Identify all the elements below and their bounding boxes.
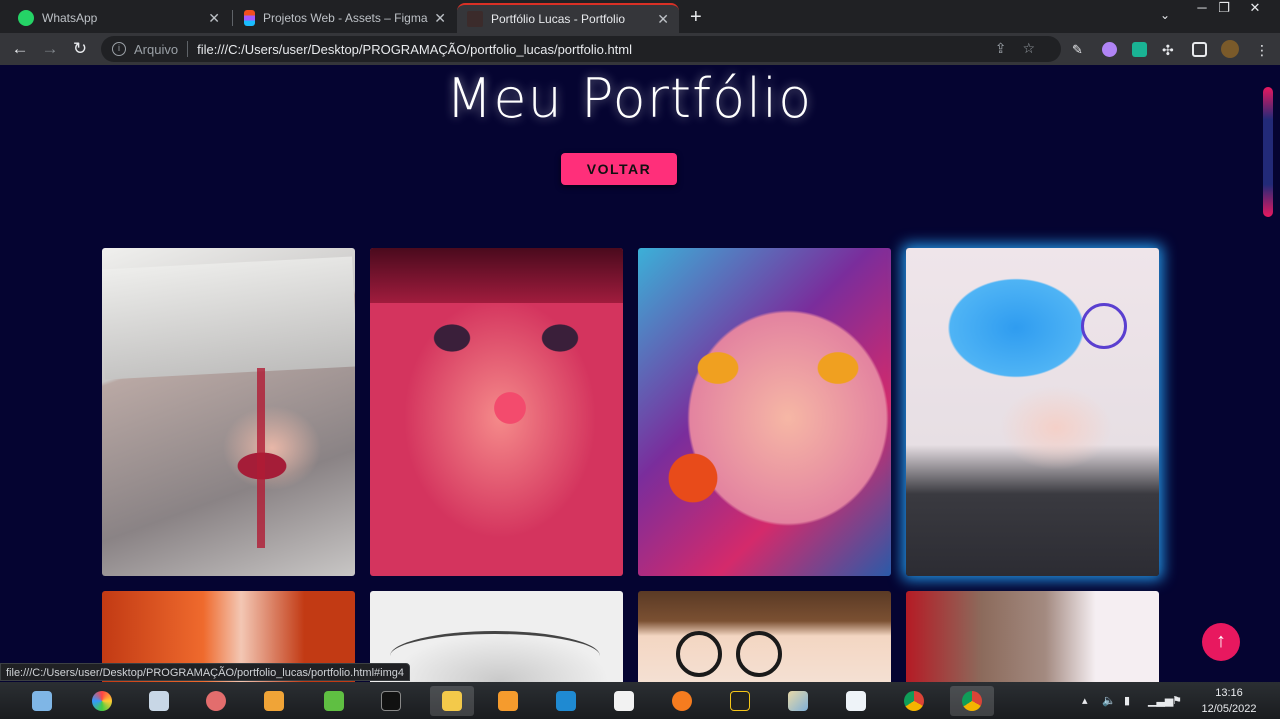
- puzzle-extensions-icon[interactable]: ✣: [1162, 42, 1177, 58]
- back-button[interactable]: VOLTAR: [561, 153, 677, 185]
- volume-icon[interactable]: 🔈: [1102, 694, 1116, 707]
- tab-figma[interactable]: Projetos Web - Assets – Figma ✕: [234, 3, 456, 33]
- gallery-image-7[interactable]: [638, 591, 891, 682]
- address-divider: [187, 41, 189, 57]
- tab-whatsapp[interactable]: WhatsApp ✕: [8, 3, 230, 33]
- chart-app-icon[interactable]: [666, 686, 696, 716]
- os-taskbar: ▴ 🔈 ▮ ▁▃▅ ⚑ 13:16 12/05/2022: [0, 682, 1280, 719]
- terminal-icon[interactable]: [375, 686, 405, 716]
- page-title: Meu Portfólio: [445, 67, 813, 130]
- lightning-app-icon[interactable]: [724, 686, 754, 716]
- eye-sketch-shape: [390, 631, 600, 681]
- address-actions: ⇪☆: [995, 40, 1051, 57]
- vscode-icon[interactable]: [550, 686, 580, 716]
- scroll-indicator[interactable]: [1263, 87, 1273, 217]
- calculator-icon[interactable]: [143, 686, 173, 716]
- info-icon[interactable]: i: [112, 42, 126, 56]
- address-url[interactable]: file:///C:/Users/user/Desktop/PROGRAMAÇÃ…: [197, 42, 632, 57]
- side-panel-icon[interactable]: [1192, 42, 1207, 57]
- tab-label: WhatsApp: [42, 11, 98, 25]
- clock-time: 13:16: [1215, 687, 1243, 699]
- file-explorer-icon[interactable]: [430, 686, 474, 716]
- close-tab-icon[interactable]: ✕: [657, 11, 669, 28]
- color-app-icon[interactable]: [86, 686, 116, 716]
- flag-icon[interactable]: ⚑: [1172, 694, 1182, 707]
- page-viewport: Meu Portfólio VOLTAR ↑: [0, 65, 1280, 682]
- bookmark-star-icon[interactable]: ☆: [1022, 40, 1051, 56]
- tray-expand-icon[interactable]: ▴: [1082, 694, 1088, 707]
- gallery-image-1[interactable]: [102, 248, 355, 576]
- tab-search-icon[interactable]: ⌄: [1160, 8, 1170, 22]
- address-scheme-label: Arquivo: [134, 41, 179, 57]
- close-tab-icon[interactable]: ✕: [434, 10, 446, 27]
- whatsapp-icon: [18, 10, 34, 26]
- hair-shape: [370, 248, 623, 303]
- gallery-image-8[interactable]: [906, 591, 1159, 682]
- snipping-tool-icon[interactable]: [200, 686, 230, 716]
- extension-green-icon[interactable]: [1132, 42, 1147, 57]
- portfolio-favicon-icon: [467, 11, 483, 27]
- checkmark-app-icon[interactable]: [840, 686, 870, 716]
- battery-icon[interactable]: ▮: [1124, 694, 1130, 707]
- tab-label: Projetos Web - Assets – Figma: [263, 11, 428, 25]
- windows-start-icon[interactable]: [26, 686, 56, 716]
- clock-date: 12/05/2022: [1201, 703, 1257, 715]
- tab-label: Portfólio Lucas - Portfolio: [491, 12, 626, 26]
- hair-flower-shape: [1081, 303, 1127, 349]
- browser-tab-strip: WhatsApp ✕ Projetos Web - Assets – Figma…: [0, 0, 1280, 33]
- pen-extension-icon[interactable]: ✎: [1072, 42, 1087, 57]
- paint-stroke: [257, 368, 265, 548]
- share-icon[interactable]: ⇪: [995, 40, 1023, 56]
- reload-icon[interactable]: ↻: [69, 38, 91, 60]
- profile-avatar[interactable]: [1221, 40, 1239, 58]
- figma-icon: [244, 10, 255, 26]
- paint-app-icon[interactable]: [782, 686, 812, 716]
- close-window-icon[interactable]: ✕: [1240, 0, 1270, 18]
- gallery-image-4[interactable]: [906, 248, 1159, 576]
- reader-app-icon[interactable]: [608, 686, 638, 716]
- home-app-icon[interactable]: [318, 686, 348, 716]
- sublime-text-icon[interactable]: [492, 686, 522, 716]
- gallery-image-2[interactable]: [370, 248, 623, 576]
- restore-icon[interactable]: ❐: [1209, 0, 1239, 18]
- back-arrow-icon[interactable]: ←: [9, 38, 31, 60]
- chrome-active-icon[interactable]: [950, 686, 994, 716]
- address-bar[interactable]: i Arquivo file:///C:/Users/user/Desktop/…: [101, 36, 1061, 62]
- bandage-shape: [102, 256, 355, 380]
- tab-divider: [232, 10, 233, 26]
- media-player-icon[interactable]: [258, 686, 288, 716]
- link-status-bubble: file:///C:/Users/user/Desktop/PROGRAMAÇÃ…: [0, 663, 410, 681]
- browser-toolbar: ← → ↻ i Arquivo file:///C:/Users/user/De…: [0, 33, 1280, 65]
- glasses-left-shape: [676, 631, 722, 677]
- extension-purple-icon[interactable]: [1102, 42, 1117, 57]
- glasses-right-shape: [736, 631, 782, 677]
- new-tab-icon[interactable]: +: [690, 6, 702, 29]
- scroll-to-top-button[interactable]: ↑: [1202, 623, 1240, 661]
- gallery-image-3[interactable]: [638, 248, 891, 576]
- menu-kebab-icon[interactable]: ⋮: [1255, 42, 1270, 58]
- forward-arrow-icon[interactable]: →: [39, 38, 61, 60]
- close-tab-icon[interactable]: ✕: [208, 10, 220, 27]
- network-icon[interactable]: ▁▃▅: [1148, 694, 1173, 707]
- chrome-icon[interactable]: [898, 686, 928, 716]
- tab-portfolio[interactable]: Portfólio Lucas - Portfolio ✕: [457, 3, 679, 33]
- system-clock[interactable]: 13:16 12/05/2022: [1198, 685, 1260, 717]
